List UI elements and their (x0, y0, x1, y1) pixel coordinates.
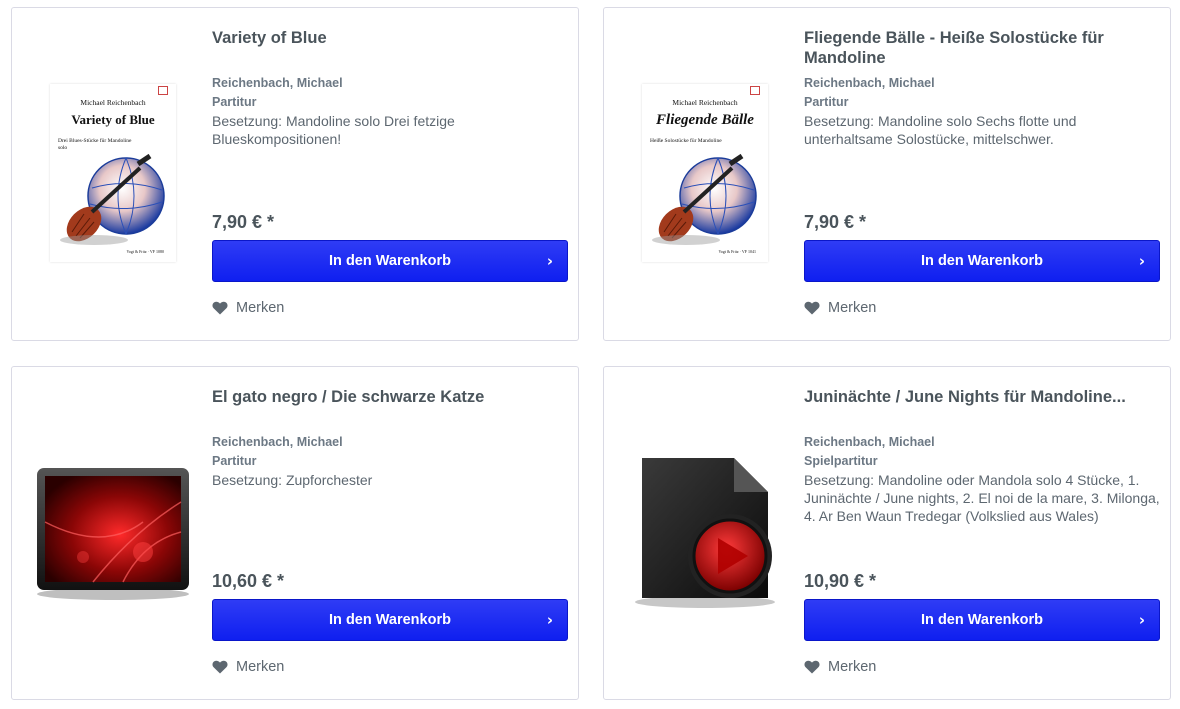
chevron-right-icon: › (546, 252, 553, 270)
add-to-cart-label: In den Warenkorb (921, 612, 1043, 628)
product-image[interactable]: Michael Reichenbach Fliegende Bälle Heiß… (624, 68, 786, 278)
cover-author: Michael Reichenbach (672, 98, 738, 107)
product-description: Besetzung: Mandoline solo Sechs flotte u… (804, 113, 1077, 147)
heart-icon (212, 301, 228, 315)
product-author: Reichenbach, Michael (804, 76, 935, 90)
add-to-cart-button[interactable]: In den Warenkorb › (212, 240, 568, 282)
product-author: Reichenbach, Michael (212, 435, 343, 449)
product-image[interactable] (32, 427, 194, 637)
add-to-cart-button[interactable]: In den Warenkorb › (804, 240, 1160, 282)
product-description: Besetzung: Mandoline oder Mandola solo 4… (804, 472, 1160, 524)
add-to-cart-label: In den Warenkorb (329, 253, 451, 269)
add-to-cart-label: In den Warenkorb (329, 612, 451, 628)
publisher-logo-icon (750, 86, 760, 95)
wishlist-button[interactable]: Merken (804, 300, 876, 316)
publisher-logo-icon (158, 86, 168, 95)
add-to-cart-label: In den Warenkorb (921, 253, 1043, 269)
product-title[interactable]: Fliegende Bälle - Heiße Solostücke für M… (804, 28, 1160, 74)
heart-icon (804, 660, 820, 674)
wishlist-button[interactable]: Merken (212, 659, 284, 675)
book-cover: Michael Reichenbach Variety of Blue Drei… (50, 84, 176, 262)
mandolin-globe-art-icon (652, 153, 757, 245)
cover-title: Fliegende Bälle (656, 112, 754, 128)
product-type: Partitur (212, 95, 257, 109)
wishlist-label: Merken (236, 659, 285, 675)
product-card: El gato negro / Die schwarze Katze Reich… (11, 366, 579, 700)
product-image[interactable] (624, 427, 786, 637)
chevron-right-icon: › (1138, 252, 1145, 270)
product-card: Michael Reichenbach Fliegende Bälle Heiß… (603, 7, 1171, 341)
product-description: Besetzung: Mandoline solo Drei fetzige B… (212, 113, 455, 147)
product-price: 10,90 € * (804, 571, 877, 591)
product-card: Juninächte / June Nights für Mandoline..… (603, 366, 1171, 700)
product-author: Reichenbach, Michael (804, 435, 935, 449)
product-type: Partitur (804, 95, 849, 109)
product-description: Besetzung: Zupforchester (212, 472, 373, 488)
wishlist-button[interactable]: Merken (212, 300, 284, 316)
cover-footer: Vogt & Fritz · VF 1080 (126, 249, 164, 254)
heart-icon (212, 660, 228, 674)
book-cover: Michael Reichenbach Fliegende Bälle Heiß… (642, 84, 768, 262)
wishlist-label: Merken (236, 300, 285, 316)
product-title[interactable]: Variety of Blue (212, 28, 568, 74)
product-image[interactable]: Michael Reichenbach Variety of Blue Drei… (32, 68, 194, 278)
cover-title: Variety of Blue (71, 112, 155, 127)
wishlist-label: Merken (828, 659, 877, 675)
product-type: Partitur (212, 454, 257, 468)
product-title[interactable]: El gato negro / Die schwarze Katze (212, 387, 568, 433)
heart-icon (804, 301, 820, 315)
chevron-right-icon: › (1138, 611, 1145, 629)
mandolin-globe-art-icon (60, 153, 165, 245)
add-to-cart-button[interactable]: In den Warenkorb › (212, 599, 568, 641)
media-file-icon (635, 458, 775, 608)
cover-author: Michael Reichenbach (80, 98, 146, 107)
product-price: 7,90 € * (804, 212, 867, 232)
wishlist-label: Merken (828, 300, 877, 316)
cover-subtitle: Heiße Solostücke für Mandoline (650, 138, 722, 144)
product-card: Michael Reichenbach Variety of Blue Drei… (11, 7, 579, 341)
image-placeholder-icon (37, 468, 189, 600)
product-price: 10,60 € * (212, 571, 285, 591)
add-to-cart-button[interactable]: In den Warenkorb › (804, 599, 1160, 641)
product-title[interactable]: Juninächte / June Nights für Mandoline..… (804, 387, 1160, 433)
product-price: 7,90 € * (212, 212, 275, 232)
product-type: Spielpartitur (804, 454, 878, 468)
cover-footer: Vogt & Fritz · VF 1041 (718, 249, 756, 254)
chevron-right-icon: › (546, 611, 553, 629)
wishlist-button[interactable]: Merken (804, 659, 876, 675)
product-author: Reichenbach, Michael (212, 76, 343, 90)
